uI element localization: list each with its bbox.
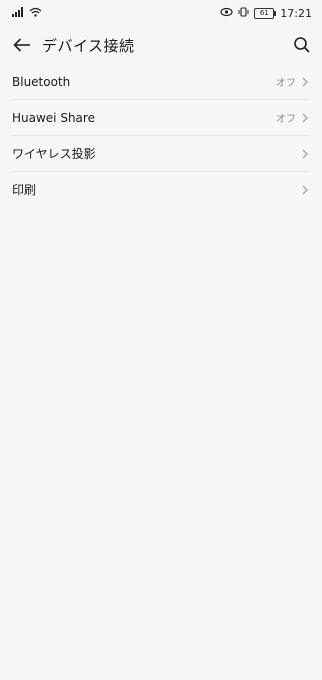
list-item-bluetooth[interactable]: Bluetooth オフ (0, 64, 322, 99)
wifi-icon (29, 7, 42, 20)
list-item-print[interactable]: 印刷 (0, 172, 322, 207)
app-bar: デバイス接続 (0, 26, 322, 64)
list-item-label: Bluetooth (12, 74, 71, 89)
chevron-right-icon (300, 185, 310, 195)
back-arrow-icon[interactable] (10, 33, 34, 57)
list-item-right: オフ (276, 74, 310, 89)
list-item-value: オフ (276, 114, 296, 125)
chevron-right-icon (300, 149, 310, 159)
chevron-right-icon (300, 113, 310, 123)
search-icon[interactable] (290, 33, 314, 57)
list-item-right (300, 149, 310, 159)
clock: 17:21 (280, 6, 312, 20)
battery-icon: 61 (254, 7, 277, 19)
page-title: デバイス接続 (42, 36, 135, 55)
list-item-value: オフ (276, 78, 296, 89)
list-item-wireless-projection[interactable]: ワイヤレス投影 (0, 136, 322, 171)
signal-icon (12, 6, 25, 20)
list-item-huawei-share[interactable]: Huawei Share オフ (0, 100, 322, 135)
status-bar: 61 17:21 (0, 0, 322, 26)
vibrate-icon (237, 6, 250, 20)
status-left (12, 6, 42, 20)
list-item-label: ワイヤレス投影 (12, 147, 96, 161)
settings-list: Bluetooth オフ Huawei Share オフ ワイヤレス投影 印刷 (0, 64, 322, 207)
list-item-label: Huawei Share (12, 110, 95, 125)
status-right: 61 17:21 (220, 7, 312, 20)
eye-comfort-icon (220, 7, 233, 20)
list-item-label: 印刷 (12, 183, 37, 197)
list-item-right (300, 185, 310, 195)
chevron-right-icon (300, 77, 310, 87)
battery-level: 61 (259, 8, 269, 17)
list-item-right: オフ (276, 110, 310, 125)
